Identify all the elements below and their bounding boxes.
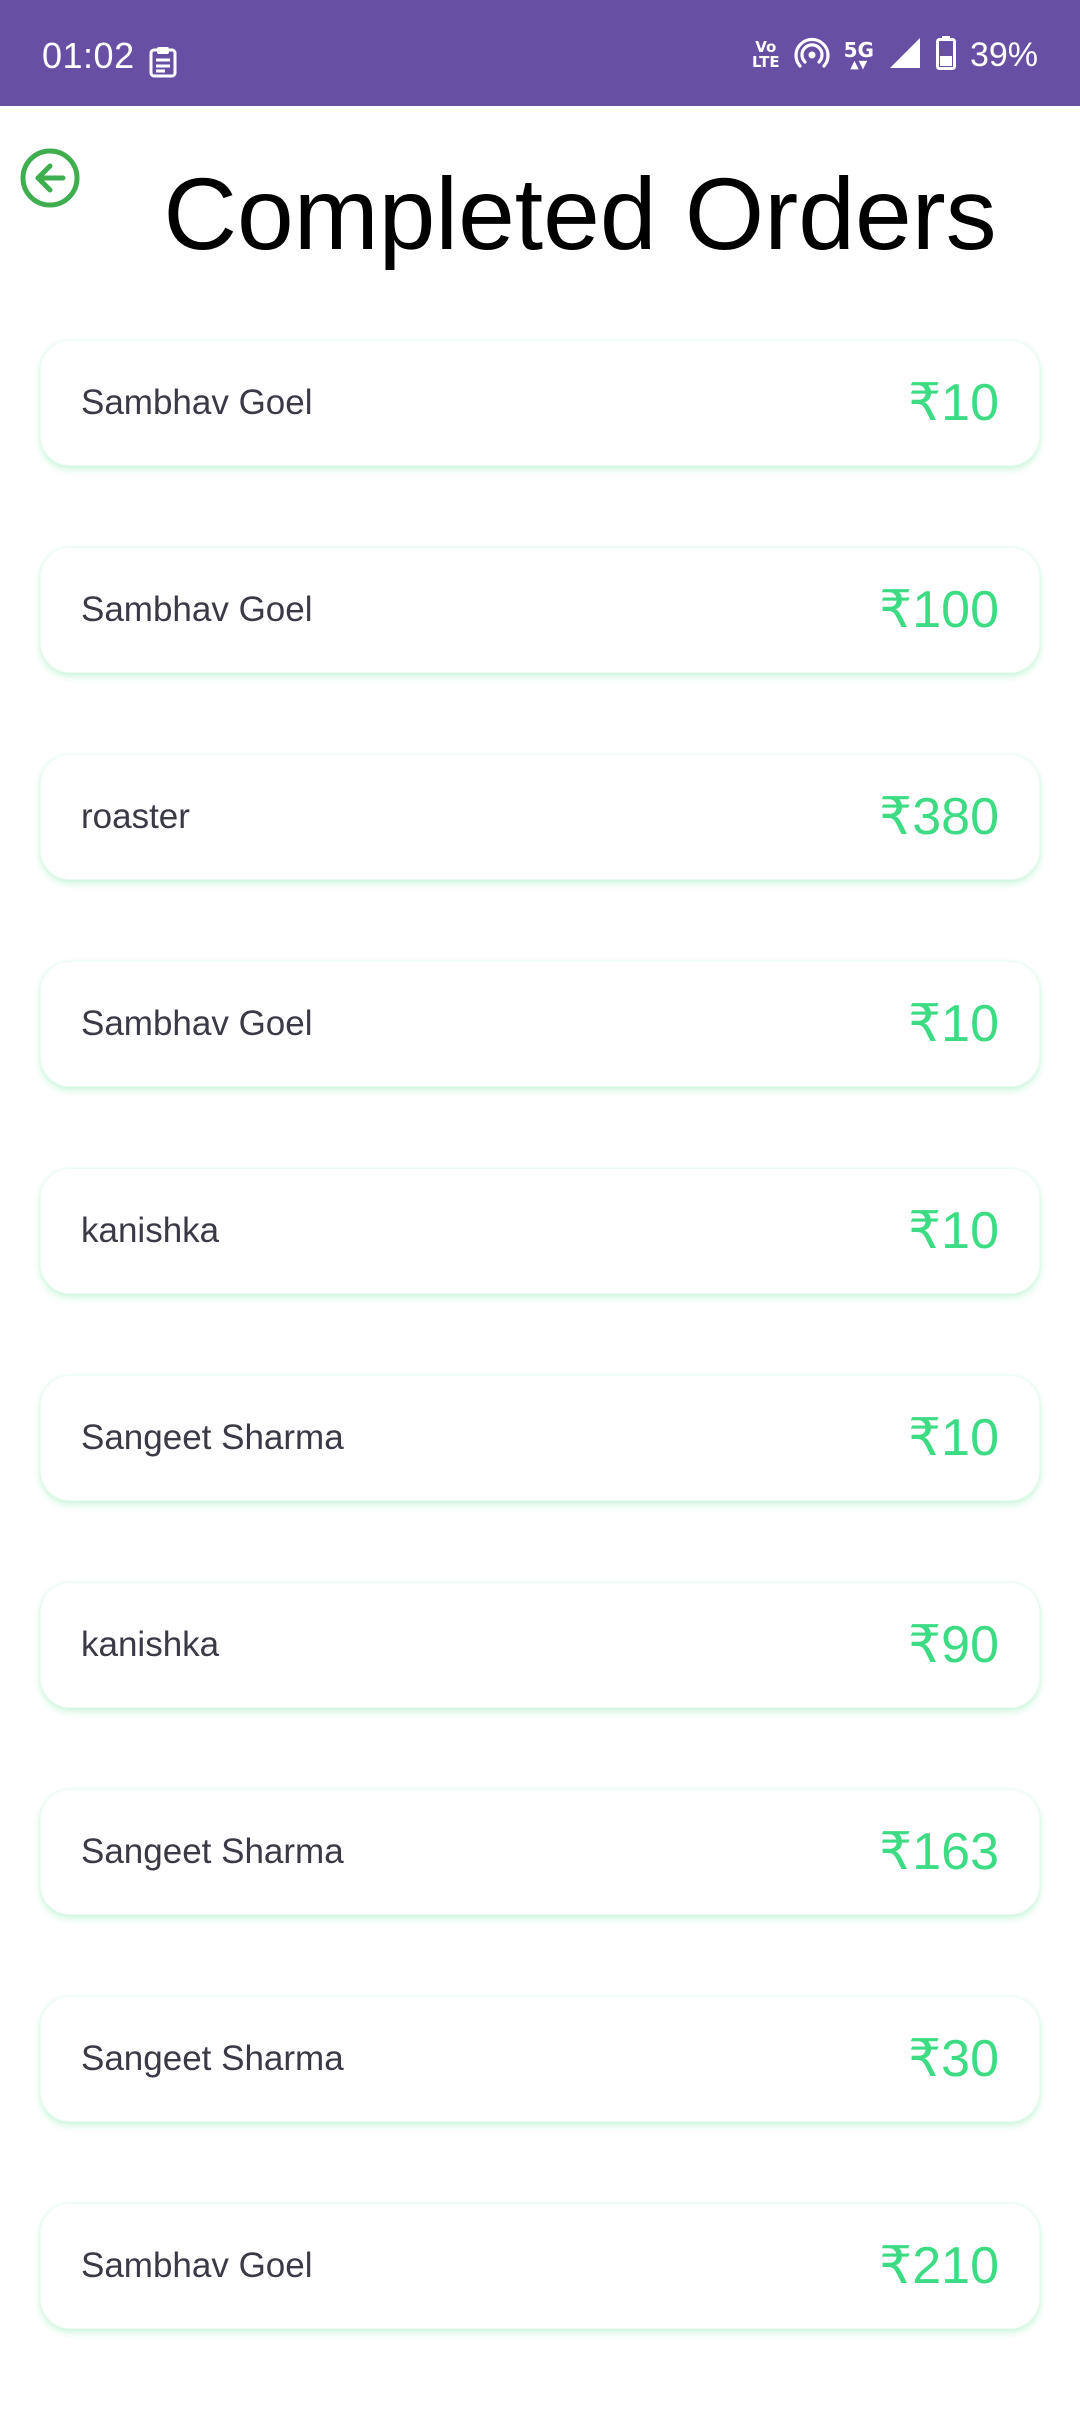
order-amount: ₹90 xyxy=(908,1616,999,1674)
status-icons: Vo LTE 5G ▲▼ 39% xyxy=(752,30,1038,80)
order-customer-name: kanishka xyxy=(81,1625,220,1664)
volte-line2: LTE xyxy=(752,53,780,71)
order-card[interactable]: roaster ₹380 xyxy=(40,754,1040,880)
battery-percentage: 39% xyxy=(969,36,1038,74)
page-title: Completed Orders xyxy=(163,157,997,271)
clipboard-icon xyxy=(148,46,178,83)
order-customer-name: Sangeet Sharma xyxy=(81,1832,344,1871)
battery-icon xyxy=(935,35,956,75)
order-card[interactable]: kanishka ₹10 xyxy=(40,1168,1040,1294)
order-customer-name: Sambhav Goel xyxy=(81,2246,313,2285)
order-customer-name: Sangeet Sharma xyxy=(81,1418,344,1457)
order-card[interactable]: kanishka ₹90 xyxy=(40,1582,1040,1708)
order-amount: ₹10 xyxy=(908,374,999,432)
order-card[interactable]: Sambhav Goel ₹210 xyxy=(40,2203,1040,2329)
order-customer-name: Sambhav Goel xyxy=(81,1004,313,1043)
signal-icon xyxy=(888,36,922,75)
order-amount: ₹10 xyxy=(908,1202,999,1260)
status-bar: 01:02 Vo LTE 5G ▲▼ 39% xyxy=(0,0,1080,106)
order-card[interactable]: Sambhav Goel ₹100 xyxy=(40,547,1040,673)
volte-indicator: Vo LTE xyxy=(752,40,780,70)
network-type: 5G ▲▼ xyxy=(844,40,874,70)
hotspot-icon xyxy=(794,35,830,76)
order-amount: ₹10 xyxy=(908,1409,999,1467)
order-card[interactable]: Sambhav Goel ₹10 xyxy=(40,340,1040,466)
order-amount: ₹100 xyxy=(879,581,999,639)
order-amount: ₹163 xyxy=(879,1823,999,1881)
order-card[interactable]: Sangeet Sharma ₹30 xyxy=(40,1996,1040,2122)
order-customer-name: Sambhav Goel xyxy=(81,383,313,422)
orders-list: Sambhav Goel ₹10 Sambhav Goel ₹100 roast… xyxy=(40,340,1040,2410)
order-card[interactable]: Sangeet Sharma ₹163 xyxy=(40,1789,1040,1915)
status-time: 01:02 xyxy=(42,35,135,76)
order-amount: ₹210 xyxy=(879,2237,999,2295)
order-customer-name: roaster xyxy=(81,797,190,836)
order-amount: ₹380 xyxy=(879,788,999,846)
order-card[interactable]: Sangeet Sharma ₹10 xyxy=(40,1375,1040,1501)
order-customer-name: kanishka xyxy=(81,1211,220,1250)
order-amount: ₹10 xyxy=(908,995,999,1053)
order-customer-name: Sangeet Sharma xyxy=(81,2039,344,2078)
order-card[interactable]: Sambhav Goel ₹10 xyxy=(40,961,1040,1087)
order-amount: ₹30 xyxy=(908,2030,999,2088)
order-customer-name: Sambhav Goel xyxy=(81,590,313,629)
